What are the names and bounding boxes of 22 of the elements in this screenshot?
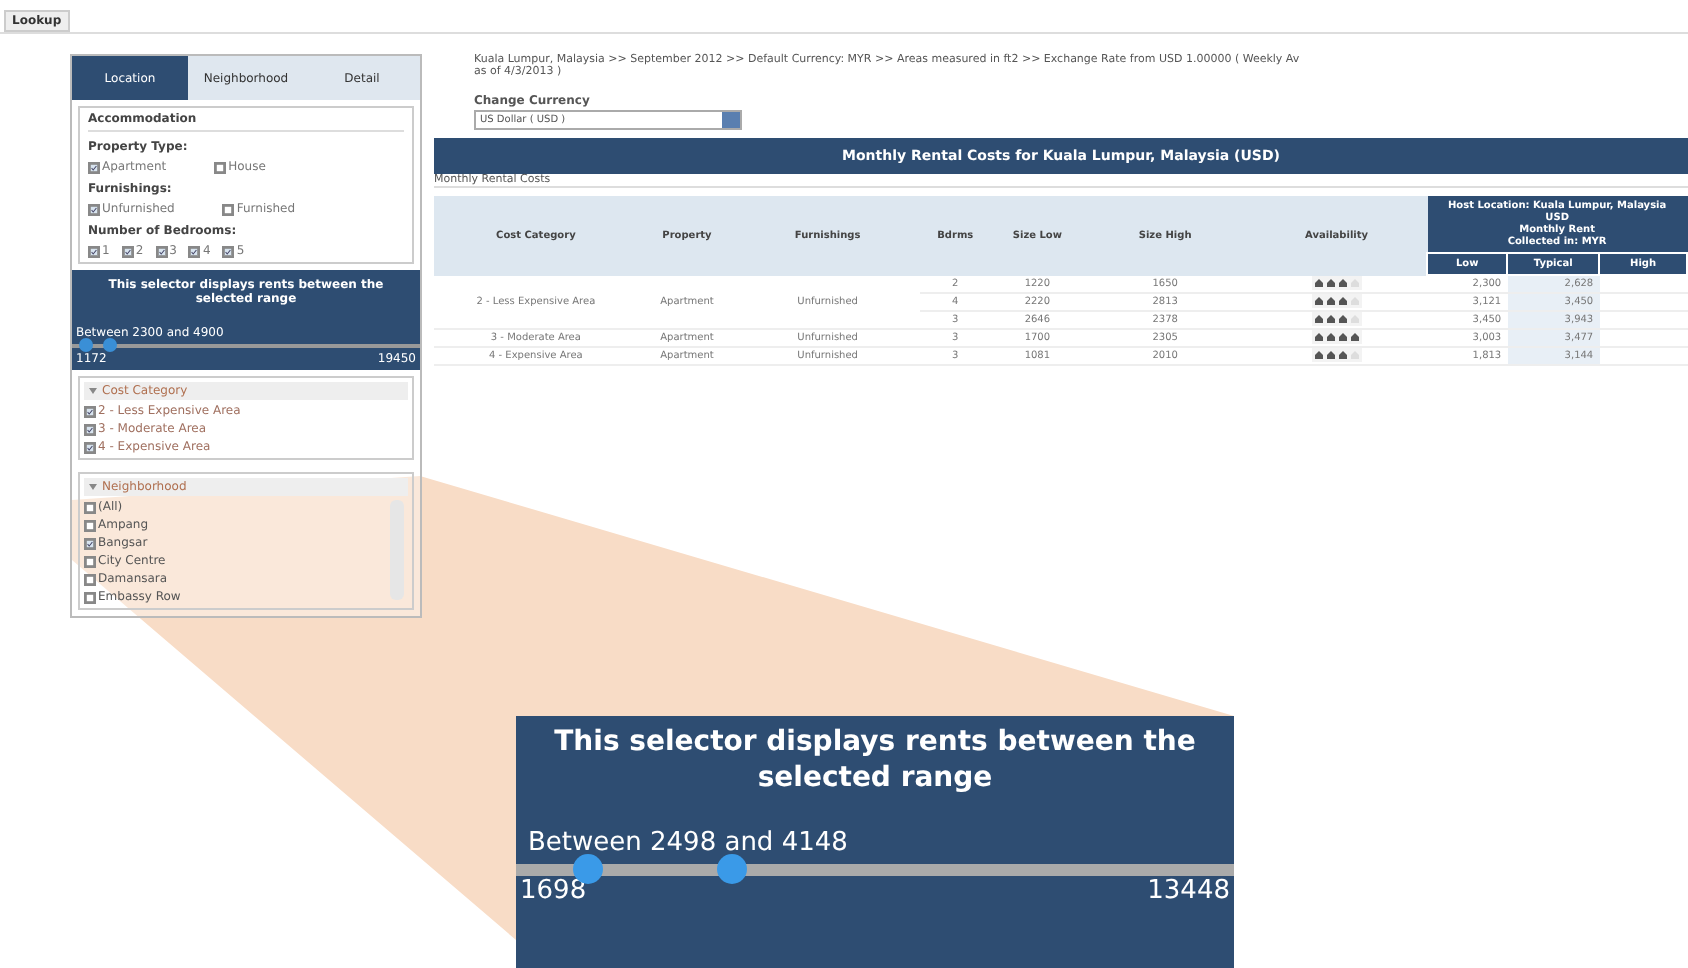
- checkbox[interactable]: [84, 423, 96, 435]
- checkbox[interactable]: [222, 245, 235, 257]
- checkbox[interactable]: [84, 591, 96, 603]
- checkbox[interactable]: [88, 245, 100, 257]
- checkbox[interactable]: [121, 245, 134, 257]
- checkbox[interactable]: [84, 405, 96, 417]
- slider-handle[interactable]: [78, 338, 93, 352]
- collapse-icon[interactable]: [88, 482, 98, 492]
- slider-handle[interactable]: [716, 854, 747, 885]
- checkbox[interactable]: [155, 245, 168, 257]
- checkbox[interactable]: [88, 203, 100, 215]
- checkbox[interactable]: [88, 161, 100, 173]
- checkbox[interactable]: [84, 441, 96, 453]
- selector-description: This selector displays rents between the selected range: [552, 724, 1198, 797]
- range-reading: Between 2498 and 4148: [526, 828, 850, 859]
- range-min: 1698: [520, 876, 587, 907]
- checkbox[interactable]: [214, 161, 227, 173]
- collapse-icon[interactable]: [88, 386, 98, 396]
- slider-handle[interactable]: [103, 338, 118, 352]
- range-max: 13448: [1147, 876, 1230, 907]
- checkbox[interactable]: [188, 245, 201, 257]
- checkbox[interactable]: [222, 203, 235, 215]
